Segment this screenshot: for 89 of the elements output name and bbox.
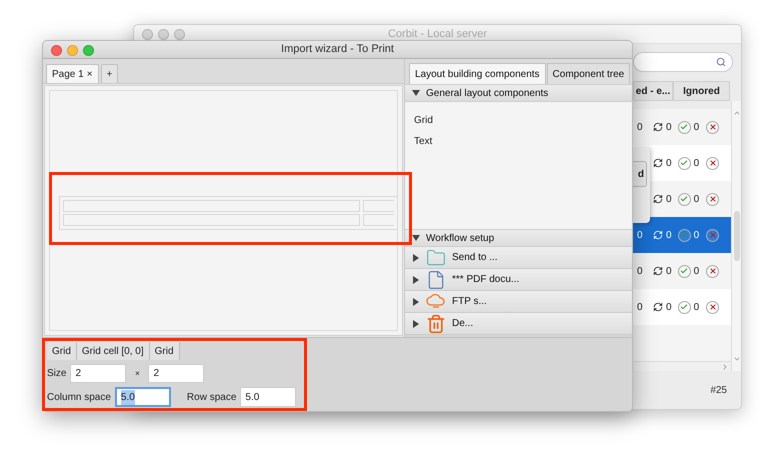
window-title: Corbit - Local server: [388, 26, 488, 42]
document-icon: [426, 270, 446, 290]
field-label: Row space: [186, 390, 236, 404]
popup-button[interactable]: d: [632, 161, 647, 187]
field-label: Column space: [47, 390, 111, 404]
table-cell-text: 0: [694, 228, 700, 242]
expanded-triangle-icon[interactable]: [412, 234, 420, 242]
window-title: Import wizard - To Print: [281, 42, 394, 58]
breadcrumb[interactable]: Grid cell [0, 0]: [76, 342, 150, 360]
close-tab-button[interactable]: ×: [86, 66, 93, 82]
breadcrumb[interactable]: Grid: [47, 342, 77, 360]
sync-icon: [653, 194, 663, 204]
page-tab[interactable]: +: [100, 64, 118, 83]
column-header[interactable]: ed - e...: [633, 81, 673, 101]
folder-icon: [426, 248, 446, 268]
expanded-triangle-icon[interactable]: [412, 89, 420, 97]
spacing-field[interactable]: 5.0: [114, 387, 171, 407]
collapsed-triangle-icon[interactable]: [412, 254, 420, 262]
status-text: #25: [710, 384, 727, 398]
window-control-icon[interactable]: [83, 45, 94, 56]
table-cell: 0: [637, 266, 643, 276]
window-control-icon[interactable]: [67, 45, 78, 56]
window-control-icon[interactable]: [158, 29, 169, 40]
table-cell-text: 0: [666, 300, 672, 314]
horizontal-scrollbar[interactable]: [633, 361, 731, 371]
workflow-item[interactable]: De...: [405, 313, 632, 335]
table-row[interactable]: 0 0 0: [633, 289, 731, 325]
component-item[interactable]: Text: [414, 134, 432, 149]
workflow-label: De...: [452, 317, 474, 331]
workflow-item[interactable]: *** PDF docu...: [405, 269, 632, 291]
breadcrumb[interactable]: Grid: [150, 342, 180, 360]
section-title: Workflow setup: [426, 232, 494, 246]
table-cell-text: 0: [666, 120, 672, 134]
sync-icon: [653, 122, 663, 132]
section-title: General layout components: [426, 86, 548, 100]
table-cell-text: 0: [666, 264, 672, 278]
sync-icon: [653, 230, 663, 240]
workflow-label: FTP s...: [452, 295, 487, 309]
trash-icon: [426, 314, 446, 334]
workflow-item[interactable]: Send to ...: [405, 247, 632, 269]
cloud-icon: [426, 294, 446, 310]
table-cell-text: 0: [694, 120, 700, 134]
page-tab[interactable]: Page 1 ×: [46, 64, 99, 83]
vertical-scrollbar[interactable]: [731, 101, 741, 371]
column-header[interactable]: Ignored: [673, 81, 730, 101]
sync-icon: [653, 158, 663, 168]
component-item[interactable]: Grid: [414, 113, 433, 128]
table-cell: 0: [637, 302, 643, 312]
table-cell: 0: [637, 122, 643, 132]
table-cell-text: 0: [694, 156, 700, 170]
scroll-right-icon[interactable]: [721, 362, 729, 370]
times-sign: ×: [134, 368, 141, 380]
scroll-down-icon[interactable]: [732, 355, 740, 363]
table-row[interactable]: 0 0 0: [633, 217, 731, 253]
spacing-field[interactable]: 5.0: [240, 387, 296, 407]
table-cell-text: 0: [694, 264, 700, 278]
table-row[interactable]: 0 0 0: [633, 109, 731, 145]
window-control-icon[interactable]: [174, 29, 185, 40]
workflow-label: Send to ...: [452, 251, 498, 265]
section-header[interactable]: Workflow setup: [405, 229, 632, 247]
scrollbar-thumb[interactable]: [734, 211, 740, 261]
table-cell-text: 0: [666, 156, 672, 170]
workflow-label: *** PDF docu...: [452, 273, 520, 287]
table-cell-text: 0: [694, 300, 700, 314]
table-cell-text: 0: [666, 228, 672, 242]
section-header[interactable]: General layout components: [405, 84, 632, 102]
grid-cell: [363, 200, 394, 212]
collapsed-triangle-icon[interactable]: [412, 320, 420, 328]
collapsed-triangle-icon[interactable]: [412, 276, 420, 284]
table-cell-text: 0: [694, 192, 700, 206]
panel-tab[interactable]: Layout building components: [409, 63, 546, 84]
collapsed-triangle-icon[interactable]: [412, 298, 420, 306]
sync-icon: [653, 302, 663, 312]
scroll-up-icon[interactable]: [732, 109, 740, 117]
table-row[interactable]: 0 0 0: [633, 253, 731, 289]
table-cell-text: 0: [666, 192, 672, 206]
width-field[interactable]: 2: [70, 364, 126, 383]
size-label: Size: [47, 367, 66, 381]
window-control-icon[interactable]: [51, 45, 62, 56]
search-field[interactable]: [633, 52, 733, 72]
sync-icon: [653, 266, 663, 276]
window-control-icon[interactable]: [142, 29, 153, 40]
panel-tab[interactable]: Component tree: [546, 63, 630, 84]
grid-cell: [363, 214, 394, 226]
workflow-item[interactable]: FTP s...: [405, 291, 632, 313]
table-cell: 0: [637, 230, 643, 240]
search-icon: [716, 57, 726, 67]
height-field[interactable]: 2: [148, 364, 204, 383]
field-value: 5.0: [120, 390, 135, 404]
